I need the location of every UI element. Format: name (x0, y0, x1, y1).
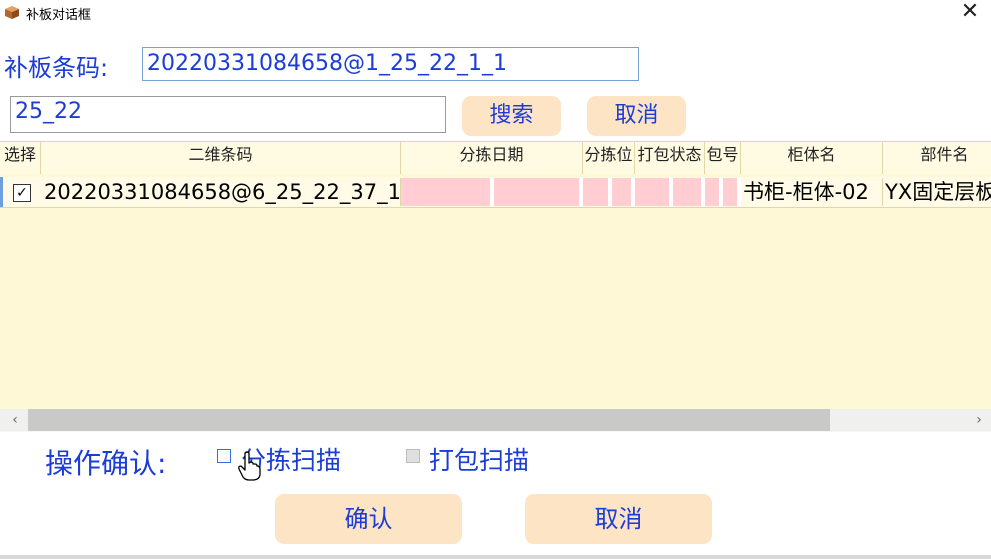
column-header-cabinet-name[interactable]: 柜体名 (741, 142, 883, 174)
hand-pointer-cursor-icon (238, 451, 261, 481)
cell-pack-status-extra (673, 178, 705, 206)
column-header-part-name[interactable]: 部件名 (883, 142, 991, 174)
cell-package-no-extra (723, 178, 741, 206)
search-button[interactable]: 搜索 (462, 96, 561, 136)
scroll-right-arrow-icon[interactable]: › (970, 409, 988, 431)
cell-sort-position-extra (612, 178, 635, 206)
sort-scan-checkbox[interactable] (217, 449, 231, 463)
cell-package-no (705, 178, 723, 206)
column-header-pack-status[interactable]: 打包状态 (635, 142, 705, 174)
column-header-sort-date[interactable]: 分拣日期 (401, 142, 583, 174)
cell-barcode: 20220331084658@6_25_22_37_1 (41, 178, 401, 206)
cell-sort-date (401, 178, 494, 206)
pack-scan-checkbox[interactable] (406, 449, 420, 463)
cell-sort-position (583, 178, 612, 206)
row-select-checkbox[interactable]: ✓ (13, 184, 31, 202)
barcode-label: 补板条码: (4, 54, 109, 82)
column-header-sort-position[interactable]: 分拣位 (583, 142, 635, 174)
title-bar (0, 0, 991, 26)
cell-cabinet-name: 书柜-柜体-02 (741, 178, 883, 206)
row-selection-marker (0, 177, 3, 207)
operation-confirm-label: 操作确认: (45, 447, 167, 480)
close-icon[interactable]: ✕ (958, 0, 982, 24)
cancel-search-button[interactable]: 取消 (587, 96, 686, 136)
cancel-button[interactable]: 取消 (525, 494, 712, 544)
barcode-input[interactable]: 20220331084658@1_25_22_1_1 (142, 47, 639, 81)
column-header-select[interactable]: 选择 (0, 142, 41, 174)
cell-part-name: YX固定层板 (883, 178, 991, 206)
cell-pack-status (635, 178, 673, 206)
results-grid[interactable]: 选择 二维条码 分拣日期 分拣位 打包状态 包号 柜体名 部件名 ✓ 20220… (0, 141, 991, 432)
bottom-edge (0, 555, 991, 559)
pack-scan-label[interactable]: 打包扫描 (429, 441, 529, 477)
window-title: 补板对话框 (26, 8, 92, 23)
confirm-button[interactable]: 确认 (275, 494, 462, 544)
scroll-left-arrow-icon[interactable]: ‹ (6, 409, 24, 431)
column-header-barcode[interactable]: 二维条码 (41, 142, 401, 174)
app-box-icon (5, 6, 19, 19)
search-input[interactable]: 25_22 (10, 96, 446, 133)
scrollbar-thumb[interactable] (28, 409, 830, 431)
column-header-package-no[interactable]: 包号 (705, 142, 741, 174)
cell-sort-date-extra (494, 178, 583, 206)
